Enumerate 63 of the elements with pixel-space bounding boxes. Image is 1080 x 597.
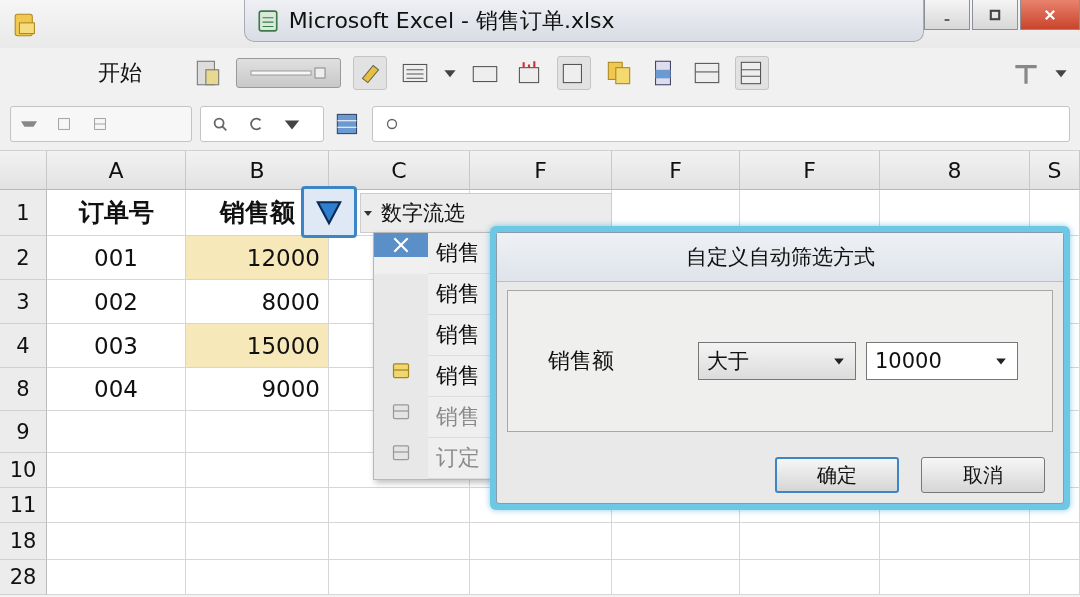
close-icon [1043, 7, 1057, 22]
row-header[interactable]: 28 [0, 560, 47, 595]
minimize-icon [943, 18, 951, 21]
format-painter-icon[interactable] [353, 56, 387, 90]
column-header[interactable]: A [47, 151, 186, 190]
box-icon [391, 442, 411, 462]
table-cell: 15000 [186, 324, 329, 368]
caret-icon [363, 208, 373, 218]
toolbar-button[interactable] [236, 58, 341, 88]
row-header[interactable]: 4 [0, 324, 47, 368]
dialog-title: 自定义自动筛选方式 [497, 233, 1063, 282]
table-cell: 003 [47, 324, 186, 368]
table-cell: 002 [47, 280, 186, 324]
column-header[interactable]: 8 [880, 151, 1030, 190]
row-header[interactable]: 18 [0, 523, 47, 560]
table-cell: 9000 [186, 368, 329, 411]
column-header[interactable]: F [470, 151, 612, 190]
row-header[interactable]: 1 [0, 190, 47, 236]
split-square-icon [91, 115, 109, 133]
table-cell: 12000 [186, 236, 329, 280]
ribbon-tab[interactable]: 开始 [60, 58, 180, 88]
maximize-button[interactable] [972, 0, 1018, 30]
filter-menu-header[interactable]: 数字流选 [360, 193, 612, 233]
filter-icon [315, 198, 343, 226]
close-icon [391, 235, 411, 255]
table-cell [1030, 523, 1080, 560]
filter-button[interactable] [301, 186, 357, 238]
app-icon[interactable] [12, 12, 38, 38]
search-box[interactable] [200, 106, 324, 142]
field-label: 销售额 [548, 347, 615, 375]
formula-input[interactable] [372, 106, 1070, 142]
row-header[interactable]: 11 [0, 488, 47, 523]
close-button[interactable] [1020, 0, 1080, 30]
maximize-icon [988, 7, 1002, 22]
table-cell: 订单号 [47, 190, 186, 236]
column-header[interactable]: C [329, 151, 470, 190]
ok-button[interactable]: 确定 [775, 457, 899, 493]
layout-icon [248, 67, 329, 79]
table-icon[interactable] [557, 56, 591, 90]
row-header[interactable]: 9 [0, 411, 47, 453]
box-icon [391, 401, 411, 421]
table-cell: 8000 [186, 280, 329, 324]
window-title: Microsoft Excel - 销售订单.xlsx [288, 6, 615, 35]
square-icon [55, 115, 73, 133]
row-header[interactable]: 2 [0, 236, 47, 280]
row-header[interactable]: 10 [0, 453, 47, 488]
column-header[interactable]: F [612, 151, 740, 190]
table-cell: 001 [47, 236, 186, 280]
panel-icon[interactable] [735, 56, 769, 90]
table-cell: 004 [47, 368, 186, 411]
search-icon [211, 115, 229, 133]
column-header[interactable]: S [1030, 151, 1080, 190]
row-header[interactable]: 3 [0, 280, 47, 324]
row-header[interactable]: 8 [0, 368, 47, 411]
box-icon [391, 360, 411, 380]
operator-select[interactable]: 大于 [698, 342, 856, 380]
spreadsheet-icon [256, 8, 279, 33]
filter-menu-title: 数字流选 [381, 200, 465, 227]
column-header[interactable]: F [740, 151, 880, 190]
column-header[interactable]: B [186, 151, 329, 190]
value-combobox[interactable]: 10000 [866, 342, 1018, 380]
bowl-icon [21, 121, 37, 127]
cancel-button[interactable]: 取消 [921, 457, 1045, 493]
